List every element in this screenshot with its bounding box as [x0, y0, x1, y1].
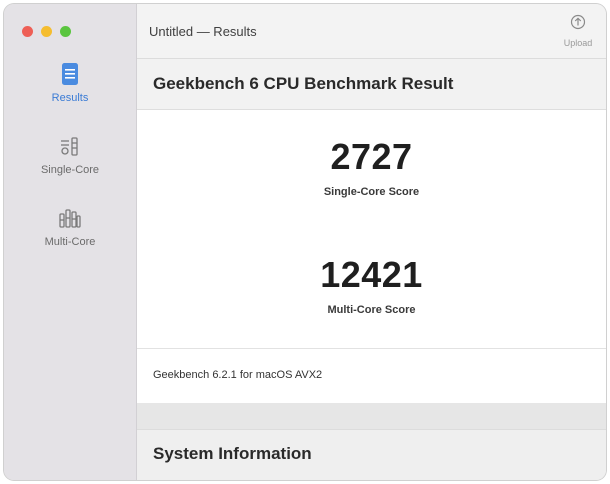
close-button[interactable] [22, 26, 33, 37]
multi-core-icon [58, 208, 82, 230]
results-content: Geekbench 6 CPU Benchmark Result 2727 Si… [137, 59, 606, 480]
upload-icon [570, 14, 586, 35]
sidebar-item-label: Single-Core [40, 164, 100, 176]
result-heading: Geekbench 6 CPU Benchmark Result [153, 74, 454, 93]
zoom-button[interactable] [60, 26, 71, 37]
minimize-button[interactable] [41, 26, 52, 37]
section-divider [137, 403, 606, 429]
sidebar-item-label: Results [51, 92, 89, 104]
sidebar: Results Single-Core Multi-Core [4, 4, 137, 480]
upload-button[interactable]: Upload [558, 14, 598, 48]
window-controls [22, 26, 71, 37]
app-window: Results Single-Core Multi-Core Untitled … [4, 4, 606, 480]
multi-core-score-block: 12421 Multi-Core Score [137, 254, 606, 316]
multi-core-score: 12421 [320, 254, 423, 295]
sidebar-item-label: Multi-Core [44, 236, 96, 248]
upload-label: Upload [563, 38, 593, 48]
system-information-heading: System Information [153, 444, 312, 463]
version-text: Geekbench 6.2.1 for macOS AVX2 [153, 369, 323, 381]
scores-panel: 2727 Single-Core Score 12421 Multi-Core … [137, 110, 606, 349]
result-header: Geekbench 6 CPU Benchmark Result [137, 59, 606, 110]
system-information-header: System Information [137, 429, 606, 480]
multi-core-score-label: Multi-Core Score [327, 304, 416, 316]
results-document-icon [60, 62, 80, 86]
sidebar-item-results[interactable]: Results [4, 62, 136, 104]
version-row: Geekbench 6.2.1 for macOS AVX2 [137, 349, 606, 403]
window-title: Untitled — Results [149, 24, 257, 39]
single-core-score: 2727 [330, 136, 413, 177]
sidebar-item-single-core[interactable]: Single-Core [4, 136, 136, 176]
single-core-score-label: Single-Core Score [323, 186, 420, 198]
single-core-icon [59, 136, 81, 158]
title-bar: Untitled — Results Upload [137, 4, 606, 59]
sidebar-item-multi-core[interactable]: Multi-Core [4, 208, 136, 248]
single-core-score-block: 2727 Single-Core Score [137, 136, 606, 198]
